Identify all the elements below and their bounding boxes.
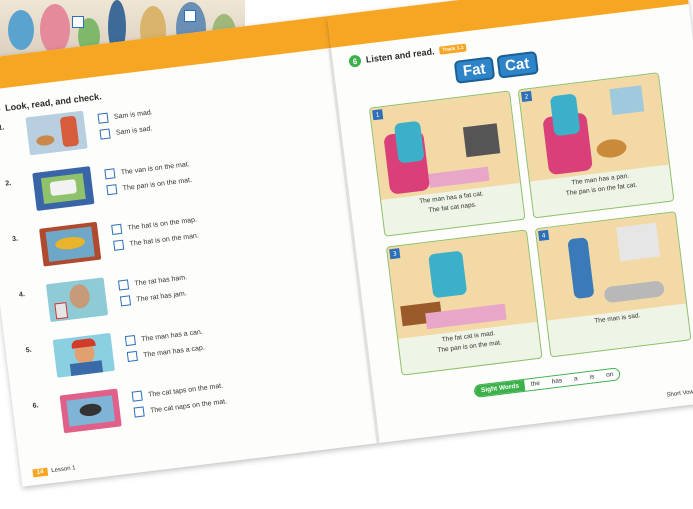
panel-number: 4 [538,229,550,241]
section-number-badge: 6 [348,54,362,68]
left-page-footer: 14 Lesson 1 [32,464,76,478]
item-number: 3. [11,235,19,244]
panel-illustration [369,91,521,200]
checkbox[interactable] [99,128,111,140]
sight-word: on [599,368,620,382]
item-number: 5. [25,346,33,355]
checkbox[interactable] [117,279,130,291]
option-text: Sam is mad. [113,108,154,121]
item-number: 4. [18,291,26,299]
option-text: The hat is on the man. [129,231,200,248]
checkbox[interactable] [133,406,145,418]
sight-word: a [567,372,585,386]
cat-mat-picture [59,388,122,434]
story-title-word: Cat [495,50,539,79]
story-panel: 3 The fat cat is mad. The pan is on the … [385,229,543,376]
item-number: 1. [0,124,5,133]
story-panel: 2 The man has a pan. The pan is on the f… [517,72,675,219]
checkbox[interactable] [97,112,109,124]
checkbox[interactable] [113,239,125,251]
sight-word: is [582,370,601,384]
sight-words-bar: Sight Words the has a is on [473,367,622,398]
option-text: The cat naps on the mat. [149,397,228,415]
story-title-word: Fat [453,56,495,84]
section-number-badge: 5 [0,102,1,117]
panel-illustration [518,73,669,182]
checkbox[interactable] [104,168,116,180]
story-panel: 1 The man has a fat cat. The fat cat nap… [368,90,526,237]
man-cap-picture [52,332,115,378]
checkbox[interactable] [131,390,143,402]
panel-illustration [386,230,538,339]
section-heading: 6 Listen and read. Track 1.1 [348,41,468,68]
item-number: 2. [4,179,12,188]
option-text: The rat has jam. [136,289,188,303]
option-text: Sam is sad. [115,124,153,137]
checkbox[interactable] [124,334,136,347]
lesson-label: Lesson 1 [51,465,76,475]
option-text: The man has a cap. [142,344,206,359]
textbook-spread: 5 Look, read, and check. 1. Sam is mad. … [0,0,693,487]
item-number: 6. [32,402,39,410]
option-text: The pan is on the mat. [122,176,193,192]
sam-picture [25,110,88,156]
checkbox[interactable] [126,350,138,362]
unit-label: Short Vowel: a [666,388,693,399]
panel-number: 3 [389,248,401,260]
story-panel: 4 The man is sad. [534,211,692,358]
checkbox[interactable] [106,184,118,196]
checkbox[interactable] [119,295,132,307]
audio-track-badge[interactable]: Track 1.1 [438,43,468,55]
panel-illustration [535,212,687,321]
rat-picture [45,277,109,323]
panel-number: 2 [521,90,533,103]
sight-words-label: Sight Words [474,379,526,397]
page-band [327,0,689,48]
sight-word: the [524,377,547,391]
right-page-footer: Short Vowel: a 15 [666,385,693,400]
checkbox[interactable] [111,223,123,235]
section-title: Listen and read. [365,46,436,65]
panel-number: 1 [372,109,384,121]
story-title: Fat Cat [453,50,539,84]
left-page: 5 Look, read, and check. 1. Sam is mad. … [0,16,380,487]
right-page: 6 Listen and read. Track 1.1 Fat Cat 1 T… [327,0,693,443]
van-picture [32,166,95,211]
sight-word: has [545,374,569,389]
hat-picture [39,221,102,267]
page-number: 14 [32,467,48,478]
